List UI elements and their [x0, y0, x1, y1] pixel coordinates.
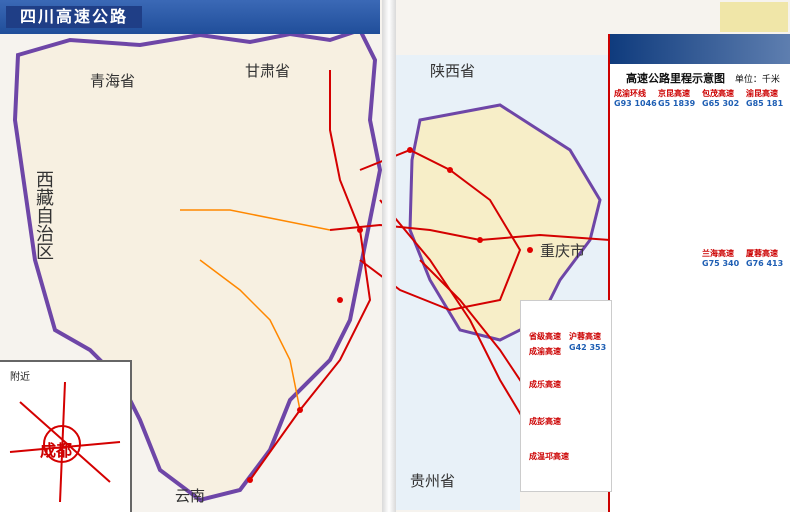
- china-mini-map: [720, 2, 788, 32]
- unit-label: 单位：千米: [734, 75, 780, 85]
- page-title: 四川高速公路: [6, 6, 142, 28]
- book-spine: [382, 0, 396, 512]
- highway-mileage-panel: 高速公路里程示意图 单位：千米 成渝环线 G93 1046 京昆高速 G5 18…: [608, 34, 790, 512]
- column-g76: 厦蓉高速 G76 413: [746, 249, 784, 268]
- province-guizhou: 贵州省: [410, 472, 456, 490]
- column-g5: 京昆高速 G5 1839: [658, 89, 696, 108]
- city-marker: [527, 247, 533, 253]
- province-gansu: 甘肃省: [245, 62, 291, 80]
- city-marker: [337, 297, 343, 303]
- inset-roads: [9, 381, 121, 503]
- column-g75: 兰海高速 G75 340: [702, 249, 740, 268]
- city-marker: [407, 147, 413, 153]
- city-marker: [477, 237, 483, 243]
- column-g85: 渝昆高速 G85 181: [746, 89, 784, 108]
- city-marker: [297, 407, 303, 413]
- province-qinghai: 青海省: [90, 72, 136, 90]
- city-marker: [357, 227, 363, 233]
- province-chongqing: 重庆市: [540, 242, 586, 260]
- map-page: 四川高速公路 青海省 甘肃省 陕西省 西藏自治区 重庆市 云南 贵州省 高速公路…: [0, 0, 790, 512]
- panel-header: [610, 34, 790, 64]
- province-shaanxi: 陕西省: [430, 62, 476, 80]
- column-g93: 成渝环线 G93 1046: [614, 89, 657, 108]
- chengdu-inset-map: 附近 成都: [0, 360, 132, 512]
- column-g65: 包茂高速 G65 302: [702, 89, 740, 108]
- bottom-route-list: 省级高速 沪蓉高速 G42 353 成渝高速 成乐高速 成彭高速 成温邛高速: [520, 300, 612, 492]
- province-xizang: 西藏自治区: [33, 170, 54, 260]
- province-yunnan: 云南: [175, 487, 206, 505]
- city-marker: [447, 167, 453, 173]
- city-marker: [247, 477, 253, 483]
- panel-title: 高速公路里程示意图: [626, 72, 725, 85]
